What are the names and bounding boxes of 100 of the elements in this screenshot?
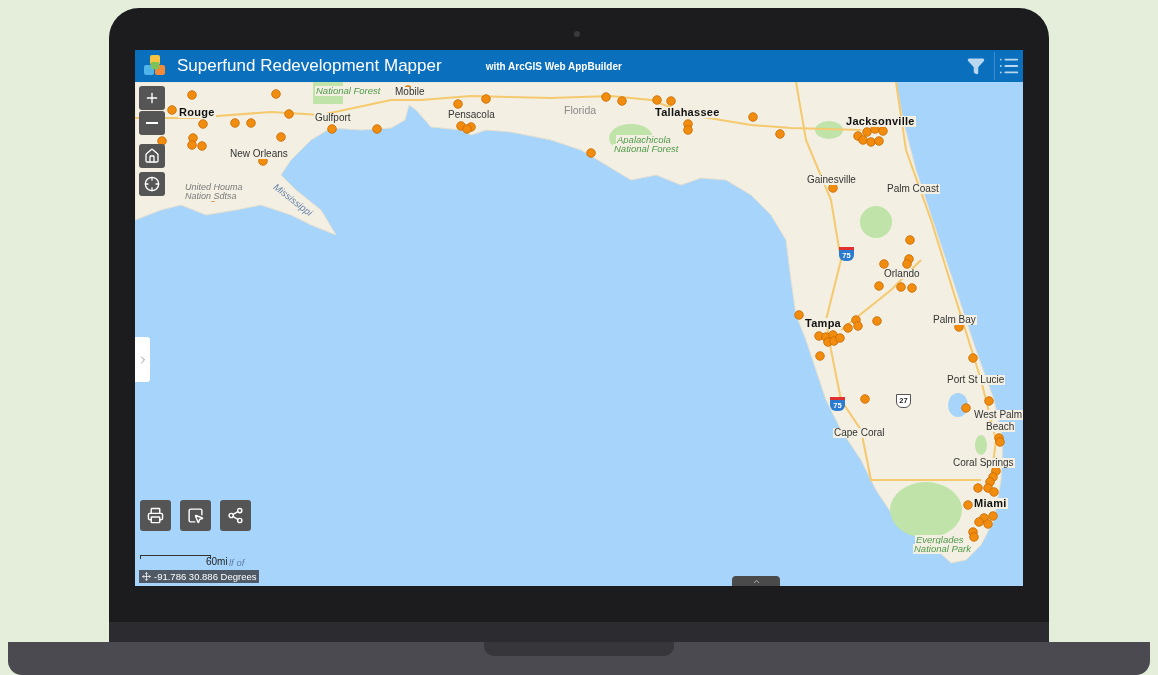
zoom-out-button[interactable] <box>139 111 165 135</box>
map-label: Tallahassee <box>654 107 721 118</box>
site-marker-icon[interactable] <box>874 281 884 291</box>
site-marker-icon[interactable] <box>187 140 197 150</box>
map-label: Mobile <box>394 87 426 97</box>
site-marker-icon[interactable] <box>775 129 785 139</box>
map-label: Miami <box>973 498 1008 509</box>
site-marker-icon[interactable] <box>815 351 825 361</box>
site-marker-icon[interactable] <box>984 396 994 406</box>
home-icon <box>144 148 160 164</box>
map-label: Rouge <box>178 107 216 118</box>
site-marker-icon[interactable] <box>198 119 208 129</box>
pointer-icon <box>187 507 204 524</box>
map-label: Tampa <box>804 318 842 329</box>
map-label: New Orleans <box>229 149 289 159</box>
map-label: Gulfport <box>314 113 352 123</box>
site-marker-icon[interactable] <box>246 118 256 128</box>
site-marker-icon[interactable] <box>878 126 888 136</box>
site-marker-icon[interactable] <box>230 118 240 128</box>
site-marker-icon[interactable] <box>874 136 884 146</box>
site-marker-icon[interactable] <box>866 137 876 147</box>
site-marker-icon[interactable] <box>617 96 627 106</box>
map-label: National Park <box>913 544 973 554</box>
map-label: Beach <box>985 422 1016 432</box>
site-marker-icon[interactable] <box>961 403 971 413</box>
minus-icon <box>146 122 158 124</box>
map-label: Orlando <box>883 269 921 279</box>
site-marker-icon[interactable] <box>879 259 889 269</box>
site-marker-icon[interactable] <box>983 519 993 529</box>
site-marker-icon[interactable] <box>276 132 286 142</box>
map-label: Apalachicola <box>616 135 672 145</box>
site-marker-icon[interactable] <box>902 259 912 269</box>
map-label: National Forest <box>613 144 680 154</box>
map-label: National Forest <box>315 86 382 96</box>
app-subtitle: with ArcGIS Web AppBuilder <box>485 59 622 74</box>
map-label: Coral Springs <box>952 458 1015 468</box>
site-marker-icon[interactable] <box>453 99 463 109</box>
map-label: Port St Lucie <box>946 375 1006 385</box>
site-marker-icon[interactable] <box>666 96 676 106</box>
site-marker-icon[interactable] <box>907 283 917 293</box>
camera-icon <box>574 31 580 37</box>
share-button[interactable] <box>220 500 251 531</box>
site-marker-icon[interactable] <box>968 353 978 363</box>
site-marker-icon[interactable] <box>858 135 868 145</box>
site-marker-icon[interactable] <box>828 183 838 193</box>
logo-icon <box>143 54 167 78</box>
locate-button[interactable] <box>139 172 165 196</box>
site-marker-icon[interactable] <box>157 136 167 146</box>
site-marker-icon[interactable] <box>989 487 999 497</box>
site-marker-icon[interactable] <box>481 94 491 104</box>
site-marker-icon[interactable] <box>969 532 979 542</box>
site-marker-icon[interactable] <box>456 121 466 131</box>
site-marker-icon[interactable] <box>462 124 472 134</box>
app-title: Superfund Redevelopment Mapper <box>177 55 442 78</box>
site-marker-icon[interactable] <box>862 127 872 137</box>
site-marker-icon[interactable] <box>835 333 845 343</box>
attribute-table-tab[interactable] <box>732 576 780 586</box>
site-marker-icon[interactable] <box>683 125 693 135</box>
site-marker-icon[interactable] <box>988 511 998 521</box>
site-marker-icon[interactable] <box>586 148 596 158</box>
map-label: lf of <box>229 558 245 568</box>
map-label: Florida <box>563 105 598 116</box>
site-marker-icon[interactable] <box>197 141 207 151</box>
site-marker-icon[interactable] <box>284 109 294 119</box>
map-label: Jacksonville <box>845 116 916 127</box>
scale-bar <box>140 555 211 559</box>
scale-label: 60mi <box>206 557 228 567</box>
site-marker-icon[interactable] <box>983 483 993 493</box>
site-marker-icon[interactable] <box>843 323 853 333</box>
site-marker-icon[interactable] <box>974 517 984 527</box>
site-marker-icon[interactable] <box>963 500 973 510</box>
map-label: Everglades <box>915 535 965 545</box>
site-marker-icon[interactable] <box>905 235 915 245</box>
site-marker-icon[interactable] <box>853 321 863 331</box>
site-marker-icon[interactable] <box>652 95 662 105</box>
site-marker-icon[interactable] <box>271 89 281 99</box>
home-button[interactable] <box>139 144 165 168</box>
site-marker-icon[interactable] <box>973 483 983 493</box>
site-marker-icon[interactable] <box>896 282 906 292</box>
site-marker-icon[interactable] <box>995 437 1005 447</box>
printer-icon <box>147 507 164 524</box>
print-button[interactable] <box>140 500 171 531</box>
site-marker-icon[interactable] <box>872 316 882 326</box>
select-button[interactable] <box>180 500 211 531</box>
map-label: Nation Sdtsa <box>184 192 238 201</box>
map-label: Palm Coast <box>886 184 940 194</box>
site-marker-icon[interactable] <box>167 105 177 115</box>
coordinate-text: -91.786 30.886 Degrees <box>154 571 257 582</box>
site-marker-icon[interactable] <box>188 133 198 143</box>
map-label: Gainesville <box>806 175 857 185</box>
site-marker-icon[interactable] <box>601 92 611 102</box>
site-marker-icon[interactable] <box>187 90 197 100</box>
plus-icon <box>144 90 160 106</box>
site-marker-icon[interactable] <box>814 331 824 341</box>
site-marker-icon[interactable] <box>327 124 337 134</box>
site-marker-icon[interactable] <box>372 124 382 134</box>
zoom-in-button[interactable] <box>139 86 165 110</box>
site-marker-icon[interactable] <box>748 112 758 122</box>
site-marker-icon[interactable] <box>860 394 870 404</box>
site-marker-icon[interactable] <box>794 310 804 320</box>
